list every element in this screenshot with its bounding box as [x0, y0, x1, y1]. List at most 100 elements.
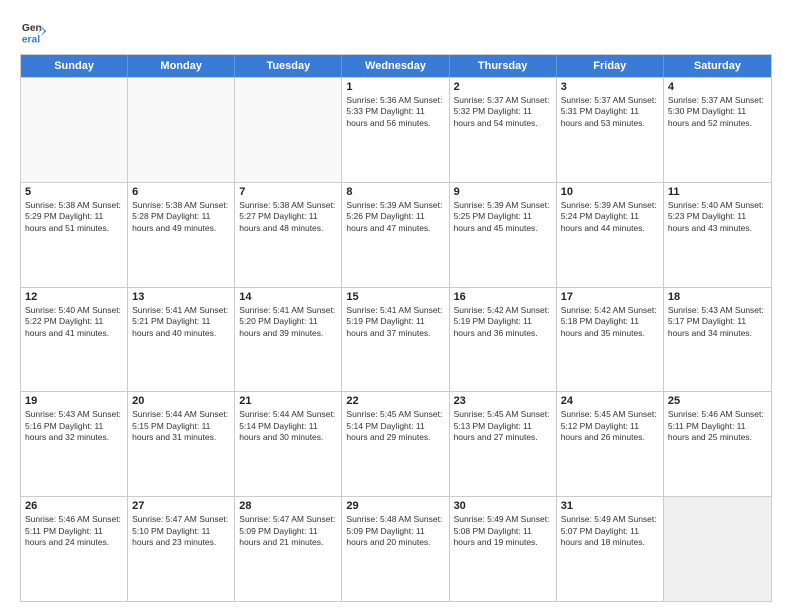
day-number: 26: [25, 500, 123, 512]
calendar-cell-3: 3Sunrise: 5:37 AM Sunset: 5:31 PM Daylig…: [557, 78, 664, 182]
day-info: Sunrise: 5:44 AM Sunset: 5:14 PM Dayligh…: [239, 409, 337, 443]
calendar-cell-4: 4 Sunrise: 5:37 AM Sunset: 5:30 PM Daylig…: [664, 78, 771, 182]
calendar-cell-1: 1 Sunrise: 5:36 AM Sunset: 5:33 PM Daylig…: [342, 78, 449, 182]
day-info: Sunrise: 5:41 AM Sunset: 5:19 PM Dayligh…: [346, 305, 444, 339]
day-number: 28: [239, 500, 337, 512]
calendar-cell-empty-4-6: [664, 497, 771, 601]
day-number: 15: [346, 291, 444, 303]
day-info: Sunrise: 5:42 AM Sunset: 5:19 PM Dayligh…: [454, 305, 552, 339]
day-number: 2: [454, 81, 552, 93]
calendar-cell-10: 10 Sunrise: 5:39 AM Sunset: 5:24 PM Dayli…: [557, 183, 664, 287]
calendar-cell-31: 31 Sunrise: 5:49 AM Sunset: 5:07 PM Dayli…: [557, 497, 664, 601]
day-number: 21: [239, 395, 337, 407]
calendar-cell-26: 26 Sunrise: 5:46 AM Sunset: 5:11 PM Dayli…: [21, 497, 128, 601]
day-info: Sunrise: 5:43 AM Sunset: 5:17 PM Dayligh…: [668, 305, 767, 339]
day-number: 12: [25, 291, 123, 303]
day-info: Sunrise: 5:36 AM Sunset: 5:33 PM Dayligh…: [346, 95, 444, 129]
calendar-cell-20: 20 Sunrise: 5:44 AM Sunset: 5:15 PM Dayli…: [128, 392, 235, 496]
calendar-row-4: 19Sunrise: 5:43 AM Sunset: 5:16 PM Dayli…: [21, 391, 771, 496]
day-header-wednesday: Wednesday: [342, 55, 449, 77]
calendar-cell-28: 28Sunrise: 5:47 AM Sunset: 5:09 PM Dayli…: [235, 497, 342, 601]
calendar-cell-19: 19Sunrise: 5:43 AM Sunset: 5:16 PM Dayli…: [21, 392, 128, 496]
day-header-monday: Monday: [128, 55, 235, 77]
calendar-cell-empty-0-0: [21, 78, 128, 182]
calendar-row-1: 1 Sunrise: 5:36 AM Sunset: 5:33 PM Daylig…: [21, 77, 771, 182]
day-info: Sunrise: 5:38 AM Sunset: 5:28 PM Dayligh…: [132, 200, 230, 234]
day-info: Sunrise: 5:41 AM Sunset: 5:20 PM Dayligh…: [239, 305, 337, 339]
day-header-tuesday: Tuesday: [235, 55, 342, 77]
calendar-cell-13: 13 Sunrise: 5:41 AM Sunset: 5:21 PM Dayli…: [128, 288, 235, 392]
logo: Gen eral: [20, 18, 52, 46]
day-number: 25: [668, 395, 767, 407]
day-number: 24: [561, 395, 659, 407]
calendar-cell-9: 9Sunrise: 5:39 AM Sunset: 5:25 PM Daylig…: [450, 183, 557, 287]
day-header-sunday: Sunday: [21, 55, 128, 77]
calendar-header: SundayMondayTuesdayWednesdayThursdayFrid…: [21, 55, 771, 77]
day-info: Sunrise: 5:49 AM Sunset: 5:07 PM Dayligh…: [561, 514, 659, 548]
calendar-cell-14: 14Sunrise: 5:41 AM Sunset: 5:20 PM Dayli…: [235, 288, 342, 392]
day-info: Sunrise: 5:38 AM Sunset: 5:29 PM Dayligh…: [25, 200, 123, 234]
day-number: 7: [239, 186, 337, 198]
svg-text:eral: eral: [22, 34, 40, 45]
day-number: 17: [561, 291, 659, 303]
day-info: Sunrise: 5:41 AM Sunset: 5:21 PM Dayligh…: [132, 305, 230, 339]
day-info: Sunrise: 5:37 AM Sunset: 5:30 PM Dayligh…: [668, 95, 767, 129]
calendar-cell-6: 6 Sunrise: 5:38 AM Sunset: 5:28 PM Daylig…: [128, 183, 235, 287]
header: Gen eral: [20, 18, 772, 46]
day-info: Sunrise: 5:46 AM Sunset: 5:11 PM Dayligh…: [25, 514, 123, 548]
day-number: 6: [132, 186, 230, 198]
day-number: 4: [668, 81, 767, 93]
day-number: 31: [561, 500, 659, 512]
calendar-cell-12: 12 Sunrise: 5:40 AM Sunset: 5:22 PM Dayli…: [21, 288, 128, 392]
day-info: Sunrise: 5:39 AM Sunset: 5:26 PM Dayligh…: [346, 200, 444, 234]
day-info: Sunrise: 5:45 AM Sunset: 5:12 PM Dayligh…: [561, 409, 659, 443]
calendar-cell-21: 21 Sunrise: 5:44 AM Sunset: 5:14 PM Dayli…: [235, 392, 342, 496]
day-info: Sunrise: 5:46 AM Sunset: 5:11 PM Dayligh…: [668, 409, 767, 443]
day-number: 22: [346, 395, 444, 407]
calendar-cell-11: 11Sunrise: 5:40 AM Sunset: 5:23 PM Dayli…: [664, 183, 771, 287]
calendar-row-5: 26 Sunrise: 5:46 AM Sunset: 5:11 PM Dayli…: [21, 496, 771, 601]
day-number: 3: [561, 81, 659, 93]
calendar-cell-23: 23 Sunrise: 5:45 AM Sunset: 5:13 PM Dayli…: [450, 392, 557, 496]
calendar-cell-22: 22 Sunrise: 5:45 AM Sunset: 5:14 PM Dayli…: [342, 392, 449, 496]
day-header-thursday: Thursday: [450, 55, 557, 77]
calendar-row-2: 5 Sunrise: 5:38 AM Sunset: 5:29 PM Daylig…: [21, 182, 771, 287]
day-number: 20: [132, 395, 230, 407]
day-info: Sunrise: 5:45 AM Sunset: 5:13 PM Dayligh…: [454, 409, 552, 443]
day-info: Sunrise: 5:40 AM Sunset: 5:22 PM Dayligh…: [25, 305, 123, 339]
calendar-cell-29: 29 Sunrise: 5:48 AM Sunset: 5:09 PM Dayli…: [342, 497, 449, 601]
day-info: Sunrise: 5:48 AM Sunset: 5:09 PM Dayligh…: [346, 514, 444, 548]
day-number: 29: [346, 500, 444, 512]
day-info: Sunrise: 5:45 AM Sunset: 5:14 PM Dayligh…: [346, 409, 444, 443]
day-info: Sunrise: 5:49 AM Sunset: 5:08 PM Dayligh…: [454, 514, 552, 548]
calendar-cell-25: 25 Sunrise: 5:46 AM Sunset: 5:11 PM Dayli…: [664, 392, 771, 496]
page: Gen eral SundayMondayTuesdayWednesdayThu…: [0, 0, 792, 612]
day-info: Sunrise: 5:44 AM Sunset: 5:15 PM Dayligh…: [132, 409, 230, 443]
day-info: Sunrise: 5:42 AM Sunset: 5:18 PM Dayligh…: [561, 305, 659, 339]
calendar-cell-empty-0-1: [128, 78, 235, 182]
day-number: 13: [132, 291, 230, 303]
calendar-cell-17: 17 Sunrise: 5:42 AM Sunset: 5:18 PM Dayli…: [557, 288, 664, 392]
day-info: Sunrise: 5:39 AM Sunset: 5:24 PM Dayligh…: [561, 200, 659, 234]
day-info: Sunrise: 5:39 AM Sunset: 5:25 PM Dayligh…: [454, 200, 552, 234]
day-number: 5: [25, 186, 123, 198]
day-number: 11: [668, 186, 767, 198]
calendar-cell-18: 18 Sunrise: 5:43 AM Sunset: 5:17 PM Dayli…: [664, 288, 771, 392]
calendar-cell-5: 5 Sunrise: 5:38 AM Sunset: 5:29 PM Daylig…: [21, 183, 128, 287]
day-number: 10: [561, 186, 659, 198]
day-number: 30: [454, 500, 552, 512]
day-number: 1: [346, 81, 444, 93]
calendar-cell-16: 16 Sunrise: 5:42 AM Sunset: 5:19 PM Dayli…: [450, 288, 557, 392]
day-info: Sunrise: 5:43 AM Sunset: 5:16 PM Dayligh…: [25, 409, 123, 443]
calendar-cell-27: 27Sunrise: 5:47 AM Sunset: 5:10 PM Dayli…: [128, 497, 235, 601]
day-number: 23: [454, 395, 552, 407]
calendar-cell-24: 24 Sunrise: 5:45 AM Sunset: 5:12 PM Dayli…: [557, 392, 664, 496]
day-number: 16: [454, 291, 552, 303]
day-number: 8: [346, 186, 444, 198]
calendar-cell-30: 30 Sunrise: 5:49 AM Sunset: 5:08 PM Dayli…: [450, 497, 557, 601]
day-number: 18: [668, 291, 767, 303]
day-header-saturday: Saturday: [664, 55, 771, 77]
calendar-cell-empty-0-2: [235, 78, 342, 182]
day-number: 27: [132, 500, 230, 512]
day-info: Sunrise: 5:38 AM Sunset: 5:27 PM Dayligh…: [239, 200, 337, 234]
